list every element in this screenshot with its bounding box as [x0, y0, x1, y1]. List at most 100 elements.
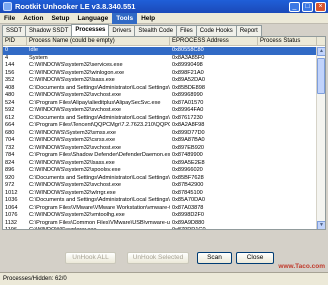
tab-drivers[interactable]: Drivers — [108, 25, 136, 36]
row-process-status — [258, 220, 317, 228]
row-process-name: C:\WINDOWS\system32\svchost.exe — [29, 107, 122, 113]
row-pid: 1196 — [5, 227, 18, 230]
menu-setup[interactable]: Setup — [47, 13, 73, 24]
table-row[interactable]: 144 C:\WINDOWS\system32\services.exe 0x899… — [3, 62, 317, 70]
menu-language[interactable]: Language — [74, 13, 113, 24]
table-row[interactable]: 680 C:\WINDOWS\System32\smss.exe 0x899D77D… — [3, 130, 317, 138]
table-row[interactable]: 704 C:\WINDOWS\system32\csrss.exe 0x89A87B… — [3, 137, 317, 145]
table-row[interactable]: 1196 C:\WINDOWS\explorer.exe 0x879DD1C0 — [3, 227, 317, 230]
tab-ssdt[interactable]: SSDT — [2, 25, 27, 36]
table-row[interactable]: 524 C:\Program Files\Alipay\alieditplus\A… — [3, 100, 317, 108]
table-row[interactable]: 784 C:\Program Files\Shadow Defender\Defe… — [3, 152, 317, 160]
table-row[interactable]: 0 Idle 0x80558C80 — [3, 47, 317, 55]
row-eprocess-address: 0x87489900 — [172, 152, 203, 158]
table-row[interactable]: 732 C:\WINDOWS\system32\svchost.exe 0x897E… — [3, 145, 317, 153]
row-pid: 664 — [5, 122, 15, 128]
row-process-name: System — [29, 54, 48, 61]
row-eprocess-address: 0x89964FA0 — [172, 107, 204, 113]
row-process-name: C:\Documents and Settings\Administrator\… — [29, 84, 170, 91]
table-row[interactable]: 920 C:\Documents and Settings\Administrat… — [3, 175, 317, 183]
scroll-up-arrow[interactable]: ▲ — [317, 47, 325, 56]
row-process-status — [258, 190, 317, 198]
table-row[interactable]: 1132 C:\Program Files\Common Files\VMware… — [3, 220, 317, 228]
row-process-status — [258, 100, 317, 108]
table-row[interactable]: 352 C:\WINDOWS\system32\lsass.exe 0x89A52D… — [3, 77, 317, 85]
table-row[interactable]: 664 C:\Program Files\Tencent\QQPCMgr\7.2.… — [3, 122, 317, 130]
row-process-status — [258, 160, 317, 168]
row-pid: 352 — [5, 77, 15, 83]
table-row[interactable]: 1064 C:\Program Files\VMware\VMware Works… — [3, 205, 317, 213]
app-icon — [3, 2, 12, 11]
row-process-status — [258, 70, 317, 78]
table-row[interactable]: 1076 C:\WINDOWS\system32\vmtoolhg.exe 0x89… — [3, 212, 317, 220]
row-process-name: C:\Documents and Settings\Administrator\… — [29, 197, 170, 203]
row-eprocess-address: 0x87A03878 — [172, 204, 204, 211]
menu-tools[interactable]: Tools — [112, 12, 138, 24]
vertical-scrollbar[interactable]: ▲ ▼ — [316, 47, 325, 229]
scan-button[interactable]: Scan — [197, 252, 232, 264]
menu-file[interactable]: File — [0, 13, 19, 24]
table-row[interactable]: 408 C:\Documents and Settings\Administrat… — [3, 85, 317, 93]
tab-stealth-code[interactable]: Stealth Code — [134, 25, 178, 36]
process-table-body: 0 Idle 0x80558C80 4 System 0x8A3A85F0 144 C:\WI… — [3, 47, 317, 230]
table-row[interactable]: 592 C:\WINDOWS\system32\svchost.exe 0x8996… — [3, 107, 317, 115]
table-row[interactable]: 4 System 0x8A3A85F0 — [3, 55, 317, 63]
row-process-status — [258, 212, 317, 220]
close-window-button[interactable]: × — [315, 1, 326, 12]
row-pid: 4 — [5, 54, 9, 61]
process-list-panel: PID Process Name (could be empty) EPROCE… — [2, 36, 326, 230]
row-process-status — [258, 145, 317, 153]
table-row[interactable]: 1012 C:\WINDOWS\system32\wlrrgr.exe 0x8784… — [3, 190, 317, 198]
tab-code-hooks[interactable]: Code Hooks — [195, 25, 237, 36]
row-pid: 408 — [5, 84, 15, 91]
row-pid: 704 — [5, 137, 15, 143]
row-eprocess-address: 0x89A52DA0 — [172, 77, 205, 83]
row-process-name: C:\WINDOWS\system32\vmtoolhg.exe — [29, 212, 125, 218]
column-header-process-status[interactable]: Process Status — [258, 37, 317, 45]
row-process-status — [258, 152, 317, 160]
table-row[interactable]: 824 C:\WINDOWS\system32\lsass.exe 0x89A5E2… — [3, 160, 317, 168]
tab-processes[interactable]: Processes — [71, 24, 110, 36]
row-process-status — [258, 205, 317, 213]
row-pid: 480 — [5, 92, 15, 98]
tab-files[interactable]: Files — [176, 25, 197, 36]
scroll-down-arrow[interactable]: ▼ — [317, 221, 325, 229]
row-process-name: C:\WINDOWS\system32\lsass.exe — [29, 159, 115, 166]
row-pid: 524 — [5, 99, 15, 106]
column-header-eprocess-address[interactable]: EPROCESS Address — [170, 37, 258, 45]
row-eprocess-address: 0x8A3A85F0 — [172, 54, 205, 61]
row-pid: 592 — [5, 107, 15, 113]
table-row[interactable]: 972 C:\WINDOWS\system32\svchost.exe 0x87B4… — [3, 182, 317, 190]
tab-shadow-ssdt[interactable]: Shadow SSDT — [25, 25, 73, 36]
table-row[interactable]: 1036 C:\Documents and Settings\Administra… — [3, 197, 317, 205]
table-row[interactable]: 612 C:\Documents and Settings\Administrat… — [3, 115, 317, 123]
minimize-button[interactable]: _ — [289, 1, 300, 12]
tab-report[interactable]: Report — [235, 25, 262, 36]
menu-action[interactable]: Action — [19, 13, 47, 24]
row-pid: 732 — [5, 144, 15, 151]
row-process-status — [258, 227, 317, 229]
unhook-all-button[interactable]: UnHook ALL — [65, 252, 116, 264]
unhook-selected-button[interactable]: UnHook Selected — [127, 252, 189, 264]
row-process-status — [258, 137, 317, 145]
column-header-pid[interactable]: PID — [3, 37, 27, 45]
row-process-name: C:\WINDOWS\System32\smss.exe — [29, 129, 117, 136]
row-process-name: C:\WINDOWS\system32\wlrrgr.exe — [29, 189, 116, 196]
row-process-name: C:\WINDOWS\system32\csrss.exe — [29, 137, 116, 143]
maximize-button[interactable]: □ — [302, 1, 313, 12]
row-eprocess-address: 0x879DD1C0 — [172, 227, 206, 230]
row-eprocess-address: 0x85A70DA0 — [172, 197, 205, 203]
title-bar: Rootkit Unhooker LE v3.8.340.551 _ □ × — [0, 0, 328, 13]
menu-help[interactable]: Help — [137, 13, 159, 24]
close-button[interactable]: Close — [236, 252, 274, 264]
row-eprocess-address: 0x85BF7628 — [172, 174, 204, 181]
table-row[interactable]: 480 C:\WINDOWS\system32\svchost.exe 0x8996… — [3, 92, 317, 100]
row-pid: 920 — [5, 174, 15, 181]
row-eprocess-address: 0x85BDE898 — [172, 84, 205, 91]
table-row[interactable]: 156 C:\WINDOWS\system32\winlogon.exe 0x898… — [3, 70, 317, 78]
row-pid: 0 — [5, 47, 9, 53]
column-header-process-name[interactable]: Process Name (could be empty) — [27, 37, 170, 45]
table-row[interactable]: 896 C:\WINDOWS\system32\spoolsv.exe 0x8996… — [3, 167, 317, 175]
scrollbar-thumb[interactable] — [317, 58, 325, 94]
row-eprocess-address: 0x87A01570 — [172, 99, 204, 106]
